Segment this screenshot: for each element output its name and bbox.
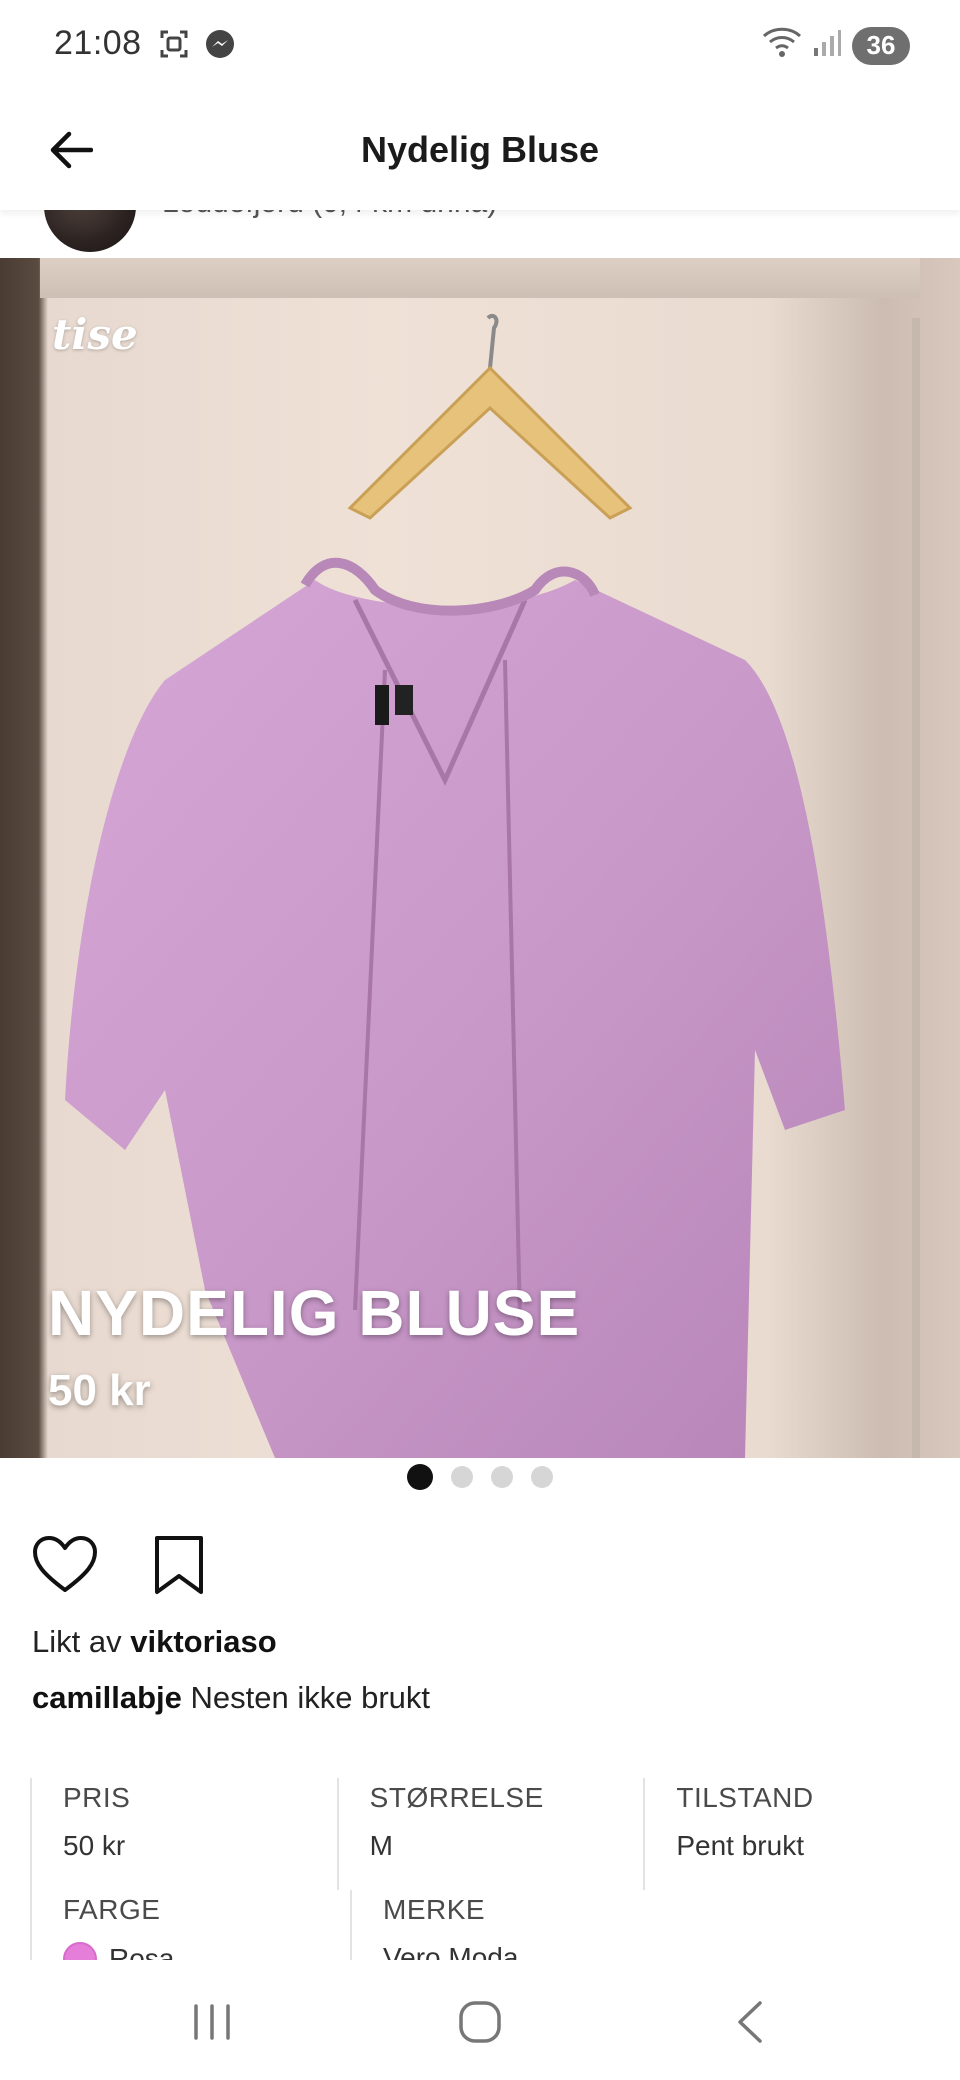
- detail-value: Pent brukt: [676, 1830, 804, 1861]
- tise-watermark: tise: [52, 310, 138, 359]
- wifi-icon: [762, 26, 802, 65]
- liked-by-user[interactable]: viktoriaso: [130, 1624, 276, 1659]
- screenshot-icon: [158, 28, 190, 65]
- detail-label: TILSTAND: [676, 1782, 814, 1813]
- chevron-left-icon: [738, 2001, 762, 2043]
- system-nav-bar: [0, 1960, 960, 2080]
- detail-label: MERKE: [383, 1894, 486, 1925]
- photo-door-edge: [912, 318, 920, 1458]
- like-button[interactable]: [30, 1530, 100, 1600]
- caption: camillabje Nesten ikke brukt: [32, 1680, 430, 1716]
- caption-text: Nesten ikke brukt: [190, 1680, 431, 1715]
- product-price-overlay: 50 kr: [48, 1366, 151, 1415]
- detail-price: PRIS 50 kr: [30, 1778, 337, 1890]
- bookmark-icon: [155, 1536, 203, 1594]
- recents-icon: [194, 2004, 230, 2040]
- pager-dot-4[interactable]: [531, 1466, 553, 1488]
- system-back-button[interactable]: [710, 1982, 790, 2062]
- home-icon: [459, 2001, 501, 2043]
- detail-label: STØRRELSE: [369, 1782, 544, 1813]
- image-pager: [0, 1464, 960, 1490]
- home-button[interactable]: [440, 1982, 520, 2062]
- product-title-overlay: NYDELIG BLUSE: [48, 1277, 581, 1349]
- caption-user[interactable]: camillabje: [32, 1680, 182, 1715]
- save-button[interactable]: [144, 1530, 214, 1600]
- product-image[interactable]: tise NYDELIG BLUSE 50 kr: [0, 258, 960, 1458]
- pager-dot-1[interactable]: [407, 1464, 433, 1490]
- liked-prefix: Likt av: [32, 1624, 122, 1659]
- status-time: 21:08: [54, 24, 142, 62]
- heart-icon: [33, 1536, 97, 1592]
- action-bar: [30, 1530, 214, 1600]
- detail-size: STØRRELSE M: [336, 1778, 644, 1890]
- detail-value: M: [369, 1830, 393, 1861]
- recent-apps-button[interactable]: [172, 1982, 252, 2062]
- battery-indicator: 36: [852, 26, 910, 65]
- app-header: Nydelig Bluse: [0, 92, 960, 210]
- pager-dot-2[interactable]: [451, 1466, 473, 1488]
- page-title: Nydelig Bluse: [360, 129, 600, 170]
- detail-label: FARGE: [63, 1894, 161, 1925]
- status-bar: 21:08 36: [0, 0, 960, 92]
- signal-icon: [812, 28, 842, 63]
- pager-dot-3[interactable]: [491, 1466, 513, 1488]
- liked-by-text: Likt av viktoriaso: [32, 1624, 277, 1660]
- detail-value: 50 kr: [63, 1830, 126, 1861]
- detail-label: PRIS: [63, 1782, 131, 1813]
- messenger-icon: [204, 28, 236, 65]
- photo-door-frame: [40, 258, 920, 298]
- detail-condition: TILSTAND Pent brukt: [643, 1778, 950, 1890]
